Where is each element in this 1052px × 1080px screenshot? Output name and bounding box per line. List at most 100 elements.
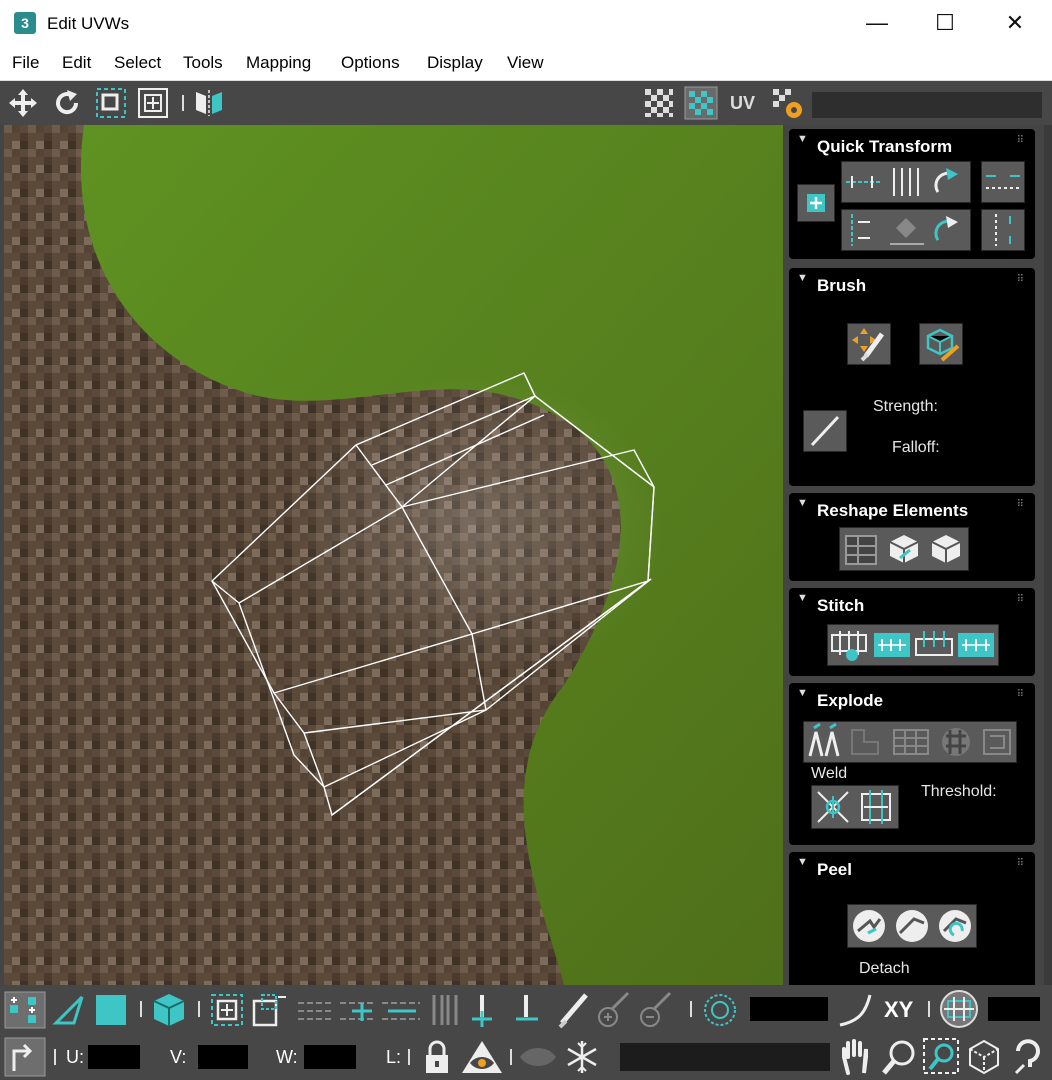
u-label: U: xyxy=(66,1047,84,1067)
map-dropdown[interactable] xyxy=(812,92,1042,118)
menu-bar: File Edit Select Tools Mapping Options D… xyxy=(0,46,1052,81)
texture-background xyxy=(4,125,783,985)
menu-file[interactable]: File xyxy=(12,53,39,73)
l-label: L: xyxy=(386,1047,402,1067)
explode-icons xyxy=(808,722,1011,757)
hide-icon[interactable] xyxy=(460,1037,504,1077)
align-vertical-button[interactable] xyxy=(841,209,971,251)
u-coordinate-field[interactable] xyxy=(88,1045,140,1069)
weld-buttons[interactable] xyxy=(811,785,899,829)
explode-buttons[interactable] xyxy=(803,721,1017,763)
grip-icon[interactable]: ⠿ xyxy=(1017,274,1025,285)
paint-move-button[interactable] xyxy=(847,323,891,365)
xy-label[interactable]: XY xyxy=(884,997,913,1023)
rollout-title[interactable]: Quick Transform xyxy=(817,137,952,157)
select-by-element-icon[interactable] xyxy=(938,989,980,1029)
align-pivot-button[interactable] xyxy=(797,184,835,222)
menu-display[interactable]: Display xyxy=(427,53,483,73)
selection-sets-dropdown[interactable] xyxy=(620,1043,830,1071)
zoom-icon[interactable] xyxy=(880,1037,920,1077)
status-toolbar: U: V: W: L: xyxy=(0,1033,1052,1080)
menu-options[interactable]: Options xyxy=(341,53,400,73)
freeform-icon[interactable] xyxy=(136,86,170,120)
mirror-icon[interactable] xyxy=(192,86,226,120)
v-coordinate-field[interactable] xyxy=(198,1045,248,1069)
help-icon[interactable] xyxy=(1008,1037,1048,1077)
lock-icon[interactable] xyxy=(420,1037,454,1077)
face-select-icon[interactable] xyxy=(94,993,128,1027)
grip-icon[interactable]: ⠿ xyxy=(1017,135,1025,146)
collapse-arrow-icon[interactable]: ▼ xyxy=(797,133,808,145)
checker-off-icon[interactable] xyxy=(642,86,676,120)
threshold-label: Threshold: xyxy=(921,783,997,800)
absolute-offset-icon[interactable] xyxy=(4,1037,46,1077)
collapse-arrow-icon[interactable]: ▼ xyxy=(797,497,808,509)
rollout-reshape-elements: ▼ Reshape Elements ⠿ xyxy=(789,493,1035,581)
rollout-title[interactable]: Reshape Elements xyxy=(817,501,968,521)
title-bar: 3 Edit UVWs — ☐ ✕ xyxy=(0,0,1052,46)
zoom-extents-icon[interactable] xyxy=(964,1037,1004,1077)
rollout-title[interactable]: Explode xyxy=(817,691,883,711)
w-coordinate-field[interactable] xyxy=(304,1045,356,1069)
edge-select-icon[interactable] xyxy=(52,993,86,1027)
grip-icon[interactable]: ⠿ xyxy=(1017,499,1025,510)
freeze-snowflake-icon[interactable] xyxy=(564,1039,600,1075)
menu-edit[interactable]: Edit xyxy=(62,53,91,73)
peel-buttons[interactable] xyxy=(847,904,977,948)
minimize-button[interactable]: — xyxy=(842,0,912,46)
paint-select-icon[interactable] xyxy=(556,989,592,1029)
stitch-buttons[interactable] xyxy=(827,624,999,666)
relax-brush-icon xyxy=(926,328,960,362)
rollout-title[interactable]: Stitch xyxy=(817,596,864,616)
space-horizontal-button[interactable] xyxy=(981,161,1025,203)
collapse-arrow-icon[interactable]: ▼ xyxy=(797,592,808,604)
settings-icon[interactable] xyxy=(770,86,804,120)
rollout-explode: ▼ Explode ⠿ Weld Threshold: xyxy=(789,683,1035,845)
reshape-buttons[interactable] xyxy=(839,527,969,571)
maximize-button[interactable]: ☐ xyxy=(910,0,980,46)
grip-icon[interactable]: ⠿ xyxy=(1017,594,1025,605)
relax-brush-button[interactable] xyxy=(919,323,963,365)
shrink-selection-icon[interactable] xyxy=(250,991,288,1029)
strength-label: Strength: xyxy=(873,398,938,415)
collapse-arrow-icon[interactable]: ▼ xyxy=(797,272,808,284)
falloff-distance-field[interactable] xyxy=(750,997,828,1021)
paint-grow-shrink-icons[interactable] xyxy=(596,991,680,1029)
plus-square-icon xyxy=(807,194,825,212)
space-vertical-button[interactable] xyxy=(981,209,1025,251)
grip-icon[interactable]: ⠿ xyxy=(1017,689,1025,700)
uv-editor-viewport[interactable] xyxy=(4,125,783,985)
app-icon: 3 xyxy=(14,12,36,34)
menu-tools[interactable]: Tools xyxy=(183,53,223,73)
ring-icons[interactable] xyxy=(428,991,552,1029)
align-horizontal-button[interactable] xyxy=(841,161,971,203)
menu-select[interactable]: Select xyxy=(114,53,161,73)
menu-view[interactable]: View xyxy=(507,53,544,73)
rollout-title[interactable]: Brush xyxy=(817,276,866,296)
close-button[interactable]: ✕ xyxy=(980,0,1050,46)
grip-icon[interactable]: ⠿ xyxy=(1017,858,1025,869)
scale-icon[interactable] xyxy=(94,86,128,120)
brush-size-swatch[interactable] xyxy=(803,410,847,452)
soft-selection-icon[interactable] xyxy=(700,991,740,1029)
zoom-region-icon[interactable] xyxy=(922,1037,962,1077)
loop-ring-icons[interactable] xyxy=(296,991,424,1029)
falloff-curve-icon[interactable] xyxy=(836,991,876,1029)
rollout-title[interactable]: Peel xyxy=(817,860,852,880)
checker-map-icon[interactable] xyxy=(684,86,718,120)
unhide-eye-icon[interactable] xyxy=(518,1041,558,1073)
selection-toolbar: XY xyxy=(0,985,1052,1033)
collapse-arrow-icon[interactable]: ▼ xyxy=(797,687,808,699)
element-select-icon[interactable] xyxy=(150,991,188,1029)
rotate-icon[interactable] xyxy=(50,86,84,120)
collapse-arrow-icon[interactable]: ▼ xyxy=(797,856,808,868)
grow-selection-icon[interactable] xyxy=(208,991,246,1029)
menu-mapping[interactable]: Mapping xyxy=(246,53,311,73)
align-horizontal-icon xyxy=(846,168,958,196)
sidebar-scrollbar[interactable] xyxy=(1044,125,1052,985)
element-count-field[interactable] xyxy=(988,997,1040,1021)
pan-hand-icon[interactable] xyxy=(836,1037,876,1077)
vertex-select-icon[interactable] xyxy=(4,991,46,1029)
uv-label[interactable]: UV xyxy=(730,93,755,114)
move-icon[interactable] xyxy=(6,86,40,120)
